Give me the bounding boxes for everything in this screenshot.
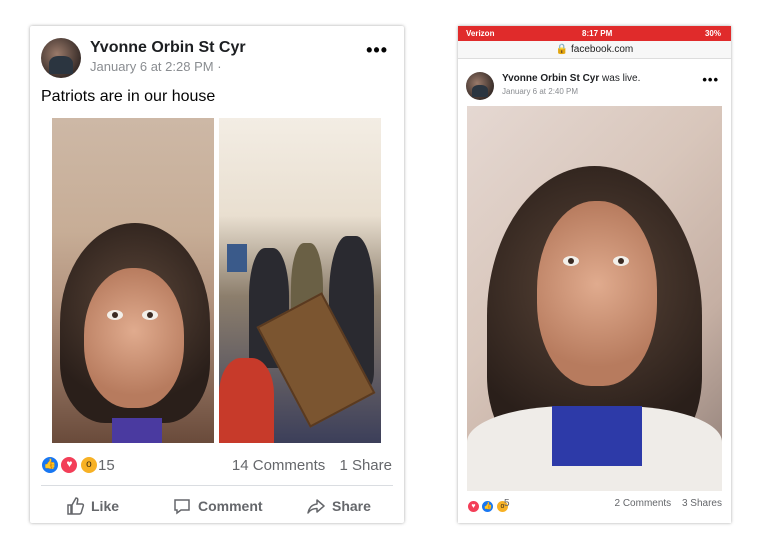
reaction-icons[interactable]: ♥ 👍 o bbox=[467, 498, 509, 516]
post-timestamp[interactable]: January 6 at 2:28 PM · bbox=[90, 59, 222, 74]
comment-button[interactable]: Comment bbox=[172, 496, 263, 516]
comments-count[interactable]: 14 Comments bbox=[232, 457, 325, 474]
like-icon bbox=[67, 497, 85, 515]
author-name[interactable]: Yvonne Orbin St Cyr bbox=[502, 73, 599, 84]
more-options-icon[interactable]: ••• bbox=[366, 40, 388, 61]
post-caption: Patriots are in our house bbox=[41, 88, 216, 105]
lock-icon: 🔒 bbox=[555, 44, 569, 55]
phone-status-bar: Verizon 8:17 PM 30% bbox=[458, 26, 731, 41]
share-label: Share bbox=[332, 498, 371, 514]
wow-icon: o bbox=[79, 456, 98, 474]
divider bbox=[41, 485, 393, 486]
share-button[interactable]: Share bbox=[306, 496, 371, 516]
facebook-post-card: Yvonne Orbin St Cyr January 6 at 2:28 PM… bbox=[30, 26, 404, 523]
shares-count[interactable]: 1 Share bbox=[339, 457, 392, 474]
like-label: Like bbox=[91, 498, 120, 514]
comment-label: Comment bbox=[198, 498, 263, 514]
like-button[interactable]: Like bbox=[65, 496, 119, 516]
comments-count[interactable]: 2 Comments bbox=[615, 498, 672, 509]
url-text[interactable]: facebook.com bbox=[571, 44, 633, 55]
globe-icon: · bbox=[217, 59, 222, 74]
carrier-name: Verizon bbox=[466, 29, 495, 38]
live-status: was live. bbox=[602, 73, 641, 84]
battery-level: 30% bbox=[704, 29, 721, 38]
timestamp-text[interactable]: January 6 at 2:28 PM bbox=[90, 59, 214, 74]
engagement-stats: 2 Comments 3 Shares bbox=[607, 498, 723, 509]
reaction-count[interactable]: 15 bbox=[98, 457, 115, 474]
post-photo-crowd[interactable] bbox=[219, 118, 381, 443]
author-name[interactable]: Yvonne Orbin St Cyr bbox=[90, 39, 246, 57]
engagement-stats: 14 Comments 1 Share bbox=[222, 457, 392, 474]
author-avatar[interactable] bbox=[41, 38, 81, 78]
reaction-count[interactable]: 5 bbox=[504, 498, 510, 509]
mobile-screenshot-card: Verizon 8:17 PM 30% 🔒 facebook.com Yvonn… bbox=[458, 26, 731, 523]
comment-icon bbox=[174, 499, 190, 515]
shares-count[interactable]: 3 Shares bbox=[682, 498, 722, 509]
author-line: Yvonne Orbin St Cyr was live. bbox=[502, 73, 640, 84]
browser-url-bar[interactable]: 🔒 facebook.com bbox=[458, 41, 731, 59]
author-avatar[interactable] bbox=[466, 72, 494, 100]
reaction-icons[interactable]: 👍 ♥ o bbox=[41, 456, 98, 474]
like-icon: 👍 bbox=[481, 500, 495, 514]
love-icon: ♥ bbox=[467, 500, 480, 514]
more-options-icon[interactable]: ••• bbox=[702, 72, 719, 87]
love-icon: ♥ bbox=[60, 456, 79, 474]
post-timestamp[interactable]: January 6 at 2:40 PM bbox=[502, 87, 578, 96]
live-video-frame[interactable] bbox=[467, 106, 722, 491]
post-photo-selfie[interactable] bbox=[52, 118, 214, 443]
share-icon bbox=[307, 499, 325, 514]
like-icon: 👍 bbox=[41, 456, 59, 474]
status-time: 8:17 PM bbox=[582, 29, 613, 38]
